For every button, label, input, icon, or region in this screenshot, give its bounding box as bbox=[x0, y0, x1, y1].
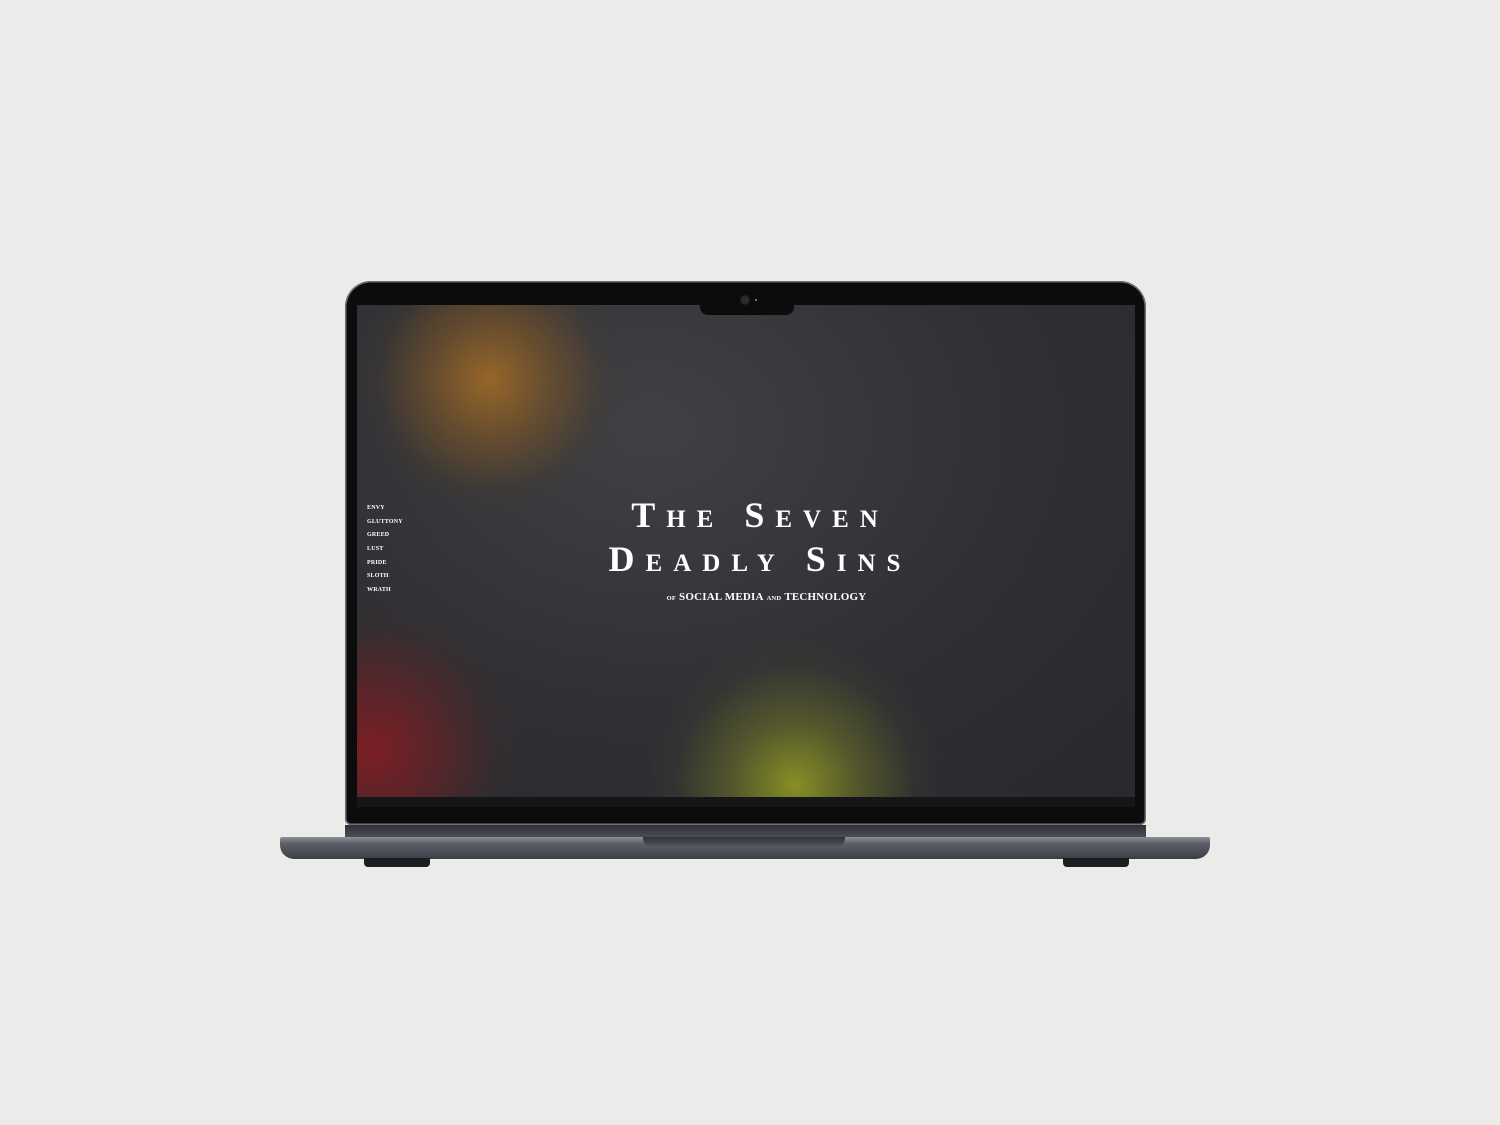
red-glow-orb bbox=[357, 600, 520, 797]
nav-item-pride[interactable]: PRIDE bbox=[367, 560, 403, 574]
nav-item-sloth[interactable]: SLOTH bbox=[367, 573, 403, 587]
mockup-stage: ENVY GLUTTONY GREED LUST PRIDE SLOTH WRA… bbox=[0, 0, 1500, 1125]
laptop-hinge bbox=[345, 825, 1146, 837]
laptop-foot-right bbox=[1063, 858, 1129, 867]
hero-title-line-2: Deadly Sins bbox=[608, 539, 912, 579]
nav-item-wrath[interactable]: WRATH bbox=[367, 587, 403, 601]
hero-subtitle: OF SOCIAL MEDIA AND TECHNOLOGY bbox=[560, 591, 970, 603]
laptop-opening-notch bbox=[643, 837, 845, 846]
nav-item-lust[interactable]: LUST bbox=[367, 546, 403, 560]
camera-icon bbox=[740, 295, 750, 305]
camera-light-icon bbox=[755, 299, 757, 301]
laptop-foot-left bbox=[364, 858, 430, 867]
nav-item-greed[interactable]: GREED bbox=[367, 532, 403, 546]
yellow-glow-orb bbox=[650, 640, 940, 797]
hero-title-line-1: The Seven bbox=[631, 495, 889, 535]
subtitle-and: AND bbox=[766, 595, 782, 602]
nav-item-gluttony[interactable]: GLUTTONY bbox=[367, 519, 403, 533]
screen-bottom-bezel bbox=[357, 797, 1135, 807]
orange-glow-orb bbox=[360, 305, 620, 510]
nav-item-envy[interactable]: ENVY bbox=[367, 505, 403, 519]
subtitle-technology: TECHNOLOGY bbox=[784, 591, 867, 603]
sin-nav: ENVY GLUTTONY GREED LUST PRIDE SLOTH WRA… bbox=[367, 505, 403, 601]
subtitle-social-media: SOCIAL MEDIA bbox=[679, 591, 764, 603]
subtitle-of: OF bbox=[666, 595, 677, 602]
